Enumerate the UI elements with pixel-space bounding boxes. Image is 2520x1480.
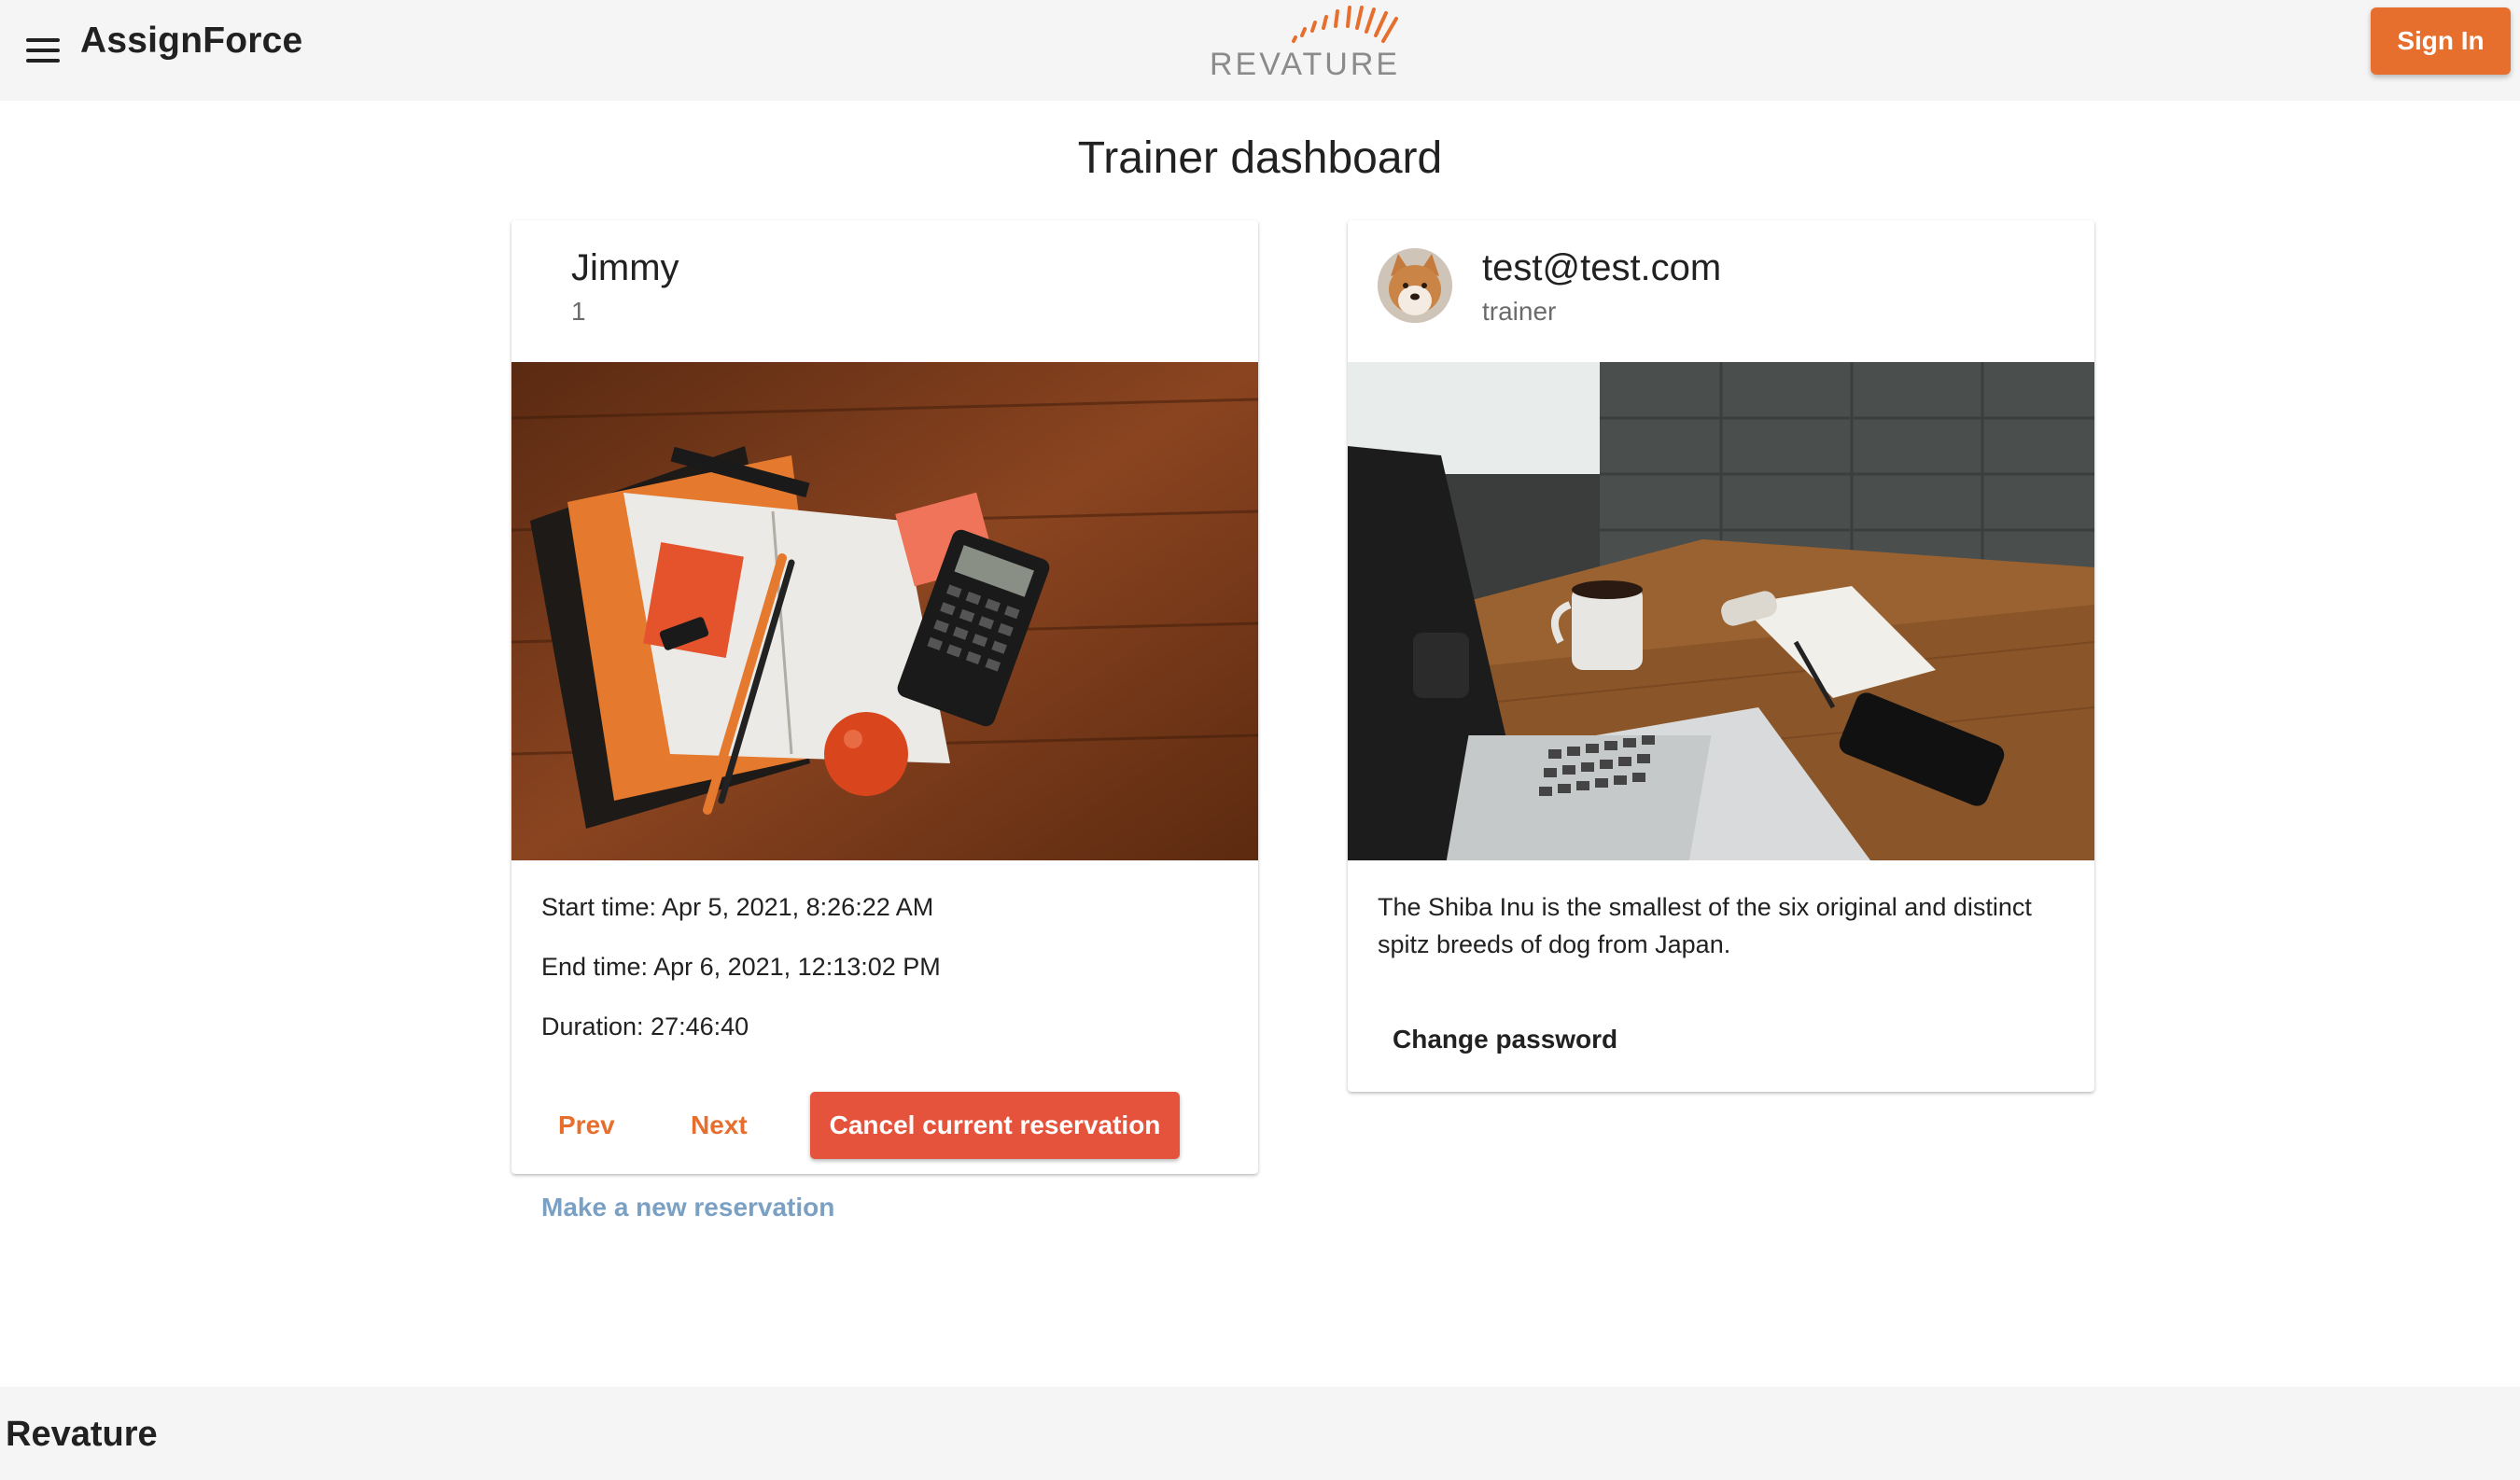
- next-button[interactable]: Next: [691, 1107, 748, 1144]
- sign-in-button[interactable]: Sign In: [2371, 7, 2511, 75]
- footer-text: Revature: [6, 1415, 158, 1454]
- new-reservation-link[interactable]: Make a new reservation: [541, 1189, 834, 1226]
- hamburger-menu-icon[interactable]: [21, 28, 65, 73]
- notebook-desk-photo: [511, 362, 1258, 860]
- profile-card: test@test.com trainer The Shiba Inu is t…: [1348, 220, 2094, 1092]
- logo-text: REVATURE: [1210, 47, 1401, 82]
- page-title: Trainer dashboard: [1077, 133, 1443, 183]
- duration-text: Duration: 27:46:40: [541, 1012, 749, 1040]
- laptop-desk-photo: [1348, 362, 2094, 860]
- cancel-reservation-button[interactable]: Cancel current reservation: [810, 1092, 1180, 1159]
- footer: Revature: [0, 1387, 2520, 1480]
- shiba-inu-avatar-icon: [1378, 248, 1452, 323]
- profile-description: The Shiba Inu is the smallest of the six…: [1378, 893, 2032, 958]
- profile-email-title: test@test.com: [1482, 247, 1722, 288]
- start-time-text: Start time: Apr 5, 2021, 8:26:22 AM: [541, 893, 934, 921]
- revature-logo: REVATURE: [1204, 0, 1465, 93]
- reservation-card-title: Jimmy: [571, 247, 679, 288]
- app-bar: AssignForce REVATURE Sign In: [0, 0, 2520, 101]
- end-time-text: End time: Apr 6, 2021, 12:13:02 PM: [541, 953, 941, 981]
- reservation-card-subtitle: 1: [571, 297, 586, 326]
- app-title: AssignForce: [80, 21, 303, 61]
- reservation-card: Jimmy 1 Start time: Apr 5, 2021, 8:26:22…: [511, 220, 1258, 1174]
- avatar: [1378, 248, 1452, 323]
- prev-button[interactable]: Prev: [558, 1107, 615, 1144]
- change-password-button[interactable]: Change password: [1363, 1015, 1647, 1064]
- profile-role-subtitle: trainer: [1482, 297, 1557, 326]
